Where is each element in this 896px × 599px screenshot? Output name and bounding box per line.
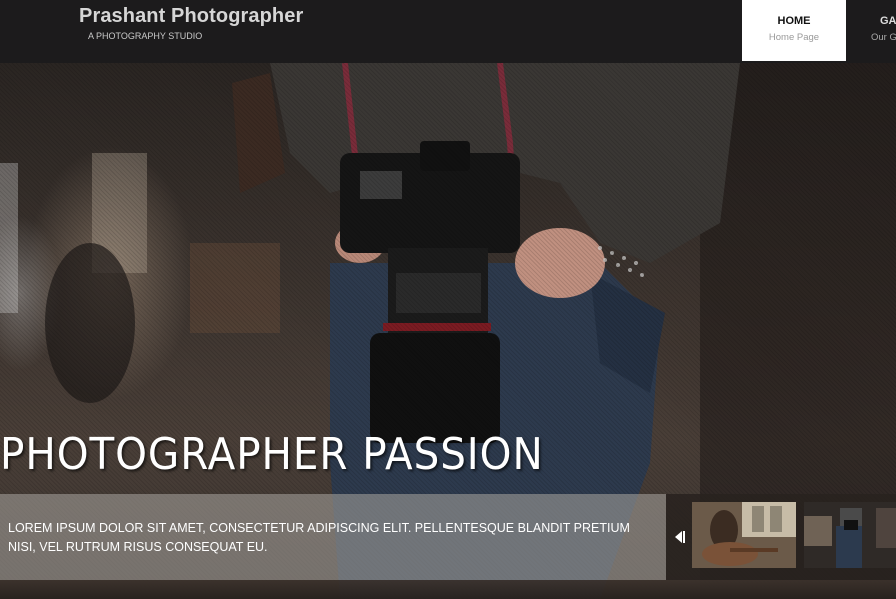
slide-caption-box: LOREM IPSUM DOLOR SIT AMET, CONSECTETUR … xyxy=(0,494,666,580)
camera-hotshoe xyxy=(420,141,470,171)
page: Prashant Photographer A PHOTOGRAPHY STUD… xyxy=(0,0,896,599)
background-figure xyxy=(45,243,135,403)
thumbnail-image xyxy=(692,502,796,568)
slider-bottom-band xyxy=(0,580,896,599)
lens-barrel xyxy=(370,333,500,443)
site-title[interactable]: Prashant Photographer xyxy=(79,5,303,28)
nav-item-sublabel: Home Page xyxy=(768,32,820,43)
slide-thumbnail[interactable] xyxy=(692,502,796,568)
slide-title: PHOTOGRAPHER PASSION xyxy=(0,429,544,480)
nav-item-sublabel: Our G xyxy=(871,32,896,43)
prev-arrow-icon[interactable] xyxy=(672,529,686,545)
hero-slider: PHOTOGRAPHER PASSION LOREM IPSUM DOLOR S… xyxy=(0,63,896,599)
nav-item-home[interactable]: HOME Home Page xyxy=(742,0,846,61)
right-hand xyxy=(515,228,605,298)
site-tagline: A PHOTOGRAPHY STUDIO xyxy=(88,31,203,41)
nav-item-label: GAI xyxy=(880,15,896,27)
nav-item-label: HOME xyxy=(777,15,811,27)
site-header: Prashant Photographer A PHOTOGRAPHY STUD… xyxy=(0,0,896,63)
lens-grip xyxy=(396,273,481,313)
camera-display xyxy=(360,171,402,199)
thumbnail-strip xyxy=(666,494,896,580)
lens-ring xyxy=(383,323,491,331)
brand[interactable]: Prashant Photographer A PHOTOGRAPHY STUD… xyxy=(79,5,303,41)
slide-caption: LOREM IPSUM DOLOR SIT AMET, CONSECTETUR … xyxy=(8,521,630,554)
bokeh-light xyxy=(0,163,18,313)
nav-item-gallery[interactable]: GAI Our G xyxy=(846,0,896,61)
thumbnail-image xyxy=(804,502,896,568)
bokeh-light xyxy=(190,243,280,333)
slide-thumbnail[interactable] xyxy=(804,502,896,568)
